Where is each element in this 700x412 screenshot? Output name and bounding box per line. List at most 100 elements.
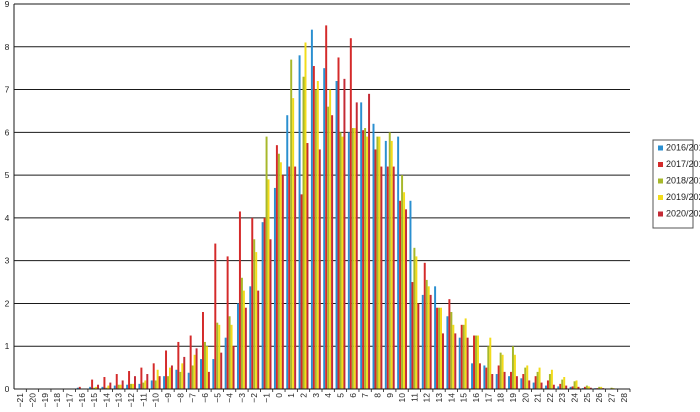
bar-3-41 [524, 367, 527, 389]
bar-4-18 [242, 290, 245, 389]
bar-1-43 [544, 385, 547, 389]
bar-4-38 [489, 337, 492, 389]
x-tick-label: 3 [311, 393, 321, 398]
bar-4-17 [230, 324, 233, 389]
bar-2-8 [115, 374, 118, 389]
bar-5-18 [244, 307, 247, 389]
x-tick-label: −2 [249, 393, 259, 403]
legend-label-5: 2020/2021 [666, 209, 700, 219]
bar-2-30 [386, 166, 389, 389]
x-tick-label: 14 [446, 393, 456, 403]
bar-5-35 [454, 333, 457, 389]
x-tick-label: −16 [77, 393, 87, 408]
bar-5-33 [429, 294, 432, 389]
bar-5-20 [269, 239, 272, 389]
legend-swatch-3 [658, 178, 663, 184]
x-tick-label: −1 [262, 393, 272, 403]
bar-2-14 [189, 335, 192, 389]
bar-2-25 [325, 25, 328, 389]
x-tick-label: 0 [274, 393, 284, 398]
bar-2-22 [288, 166, 291, 389]
bar-4-23 [304, 42, 307, 389]
bar-1-36 [458, 337, 461, 389]
bar-3-35 [450, 312, 453, 389]
bar-2-38 [485, 367, 488, 389]
bar-4-35 [452, 324, 455, 389]
x-tick-label: −5 [212, 393, 222, 403]
bar-5-41 [528, 380, 531, 389]
bar-4-43 [550, 369, 553, 389]
bar-5-39 [503, 371, 506, 389]
bar-5-8 [121, 380, 124, 389]
y-tick-label: 6 [5, 127, 10, 137]
x-tick-label: 25 [582, 393, 592, 403]
bar-5-40 [515, 376, 518, 389]
bar-1-40 [508, 376, 510, 389]
chart-container: 0123456789 −21 −20 −19 −18 −17 −16 −15 −14 −13 −1… [0, 0, 700, 412]
bar-3-16 [216, 322, 219, 389]
bar-4-14 [193, 354, 196, 389]
bar-3-46 [585, 385, 588, 389]
x-tick-label: −7 [188, 393, 198, 403]
bar-4-41 [526, 365, 529, 389]
bar-1-15 [200, 359, 202, 389]
bar-4-34 [440, 307, 442, 389]
x-tick-label: −15 [89, 393, 99, 408]
x-tick-label: −10 [151, 393, 161, 408]
bar-3-13 [179, 371, 182, 389]
bar-4-22 [292, 98, 295, 390]
bar-3-44 [561, 379, 564, 389]
x-tick-label: 1 [286, 393, 296, 398]
bar-4-12 [168, 367, 171, 389]
bar-5-38 [491, 374, 494, 389]
bar-5-10 [146, 374, 149, 389]
y-axis-ticks: 0 1 2 3 4 5 6 7 8 9 [5, 0, 10, 394]
y-tick-label: 9 [5, 0, 10, 9]
bar-4-9 [132, 383, 134, 389]
bar-3-45 [573, 381, 576, 389]
bar-5-12 [170, 365, 173, 389]
bar-2-16 [214, 243, 217, 389]
x-tick-label: −19 [40, 393, 50, 408]
y-tick-label: 5 [5, 170, 10, 180]
x-tick-label: 7 [360, 393, 370, 398]
bar-4-13 [181, 363, 184, 389]
bar-1-24 [310, 29, 313, 389]
bar-4-16 [218, 324, 221, 389]
bar-3-12 [167, 376, 169, 389]
bar-3-28 [364, 128, 367, 389]
bar-2-27 [349, 38, 352, 389]
axes [13, 4, 630, 390]
bar-2-20 [263, 217, 266, 389]
bar-5-23 [306, 143, 309, 389]
bar-5-25 [331, 115, 334, 389]
bar-5-6 [97, 384, 100, 389]
x-tick-label: 21 [533, 393, 543, 403]
x-tick-label: −8 [175, 393, 185, 403]
x-tick-label: −3 [237, 393, 247, 403]
bar-2-15 [202, 312, 204, 389]
bar-4-33 [427, 286, 430, 389]
x-tick-label: −6 [200, 393, 210, 403]
bar-2-21 [275, 145, 278, 389]
bar-3-15 [203, 341, 206, 389]
bar-2-34 [436, 307, 439, 389]
x-tick-label: 10 [397, 393, 407, 403]
bar-4-45 [575, 380, 578, 389]
bar-3-34 [438, 307, 441, 389]
bar-1-29 [372, 123, 375, 389]
bar-4-21 [279, 162, 282, 389]
legend-swatch-1 [658, 145, 663, 151]
bar-3-39 [499, 352, 502, 389]
bar-4-20 [267, 179, 270, 389]
bar-2-9 [128, 371, 131, 389]
x-tick-label: 9 [385, 393, 395, 398]
bar-1-22 [286, 115, 289, 389]
bar-1-23 [298, 55, 301, 389]
bar-5-13 [183, 356, 186, 389]
bar-4-19 [255, 252, 258, 389]
y-tick-label: 0 [5, 384, 10, 394]
bar-3-9 [130, 383, 133, 389]
bar-4-7 [107, 385, 110, 389]
x-tick-label: 11 [409, 393, 419, 402]
